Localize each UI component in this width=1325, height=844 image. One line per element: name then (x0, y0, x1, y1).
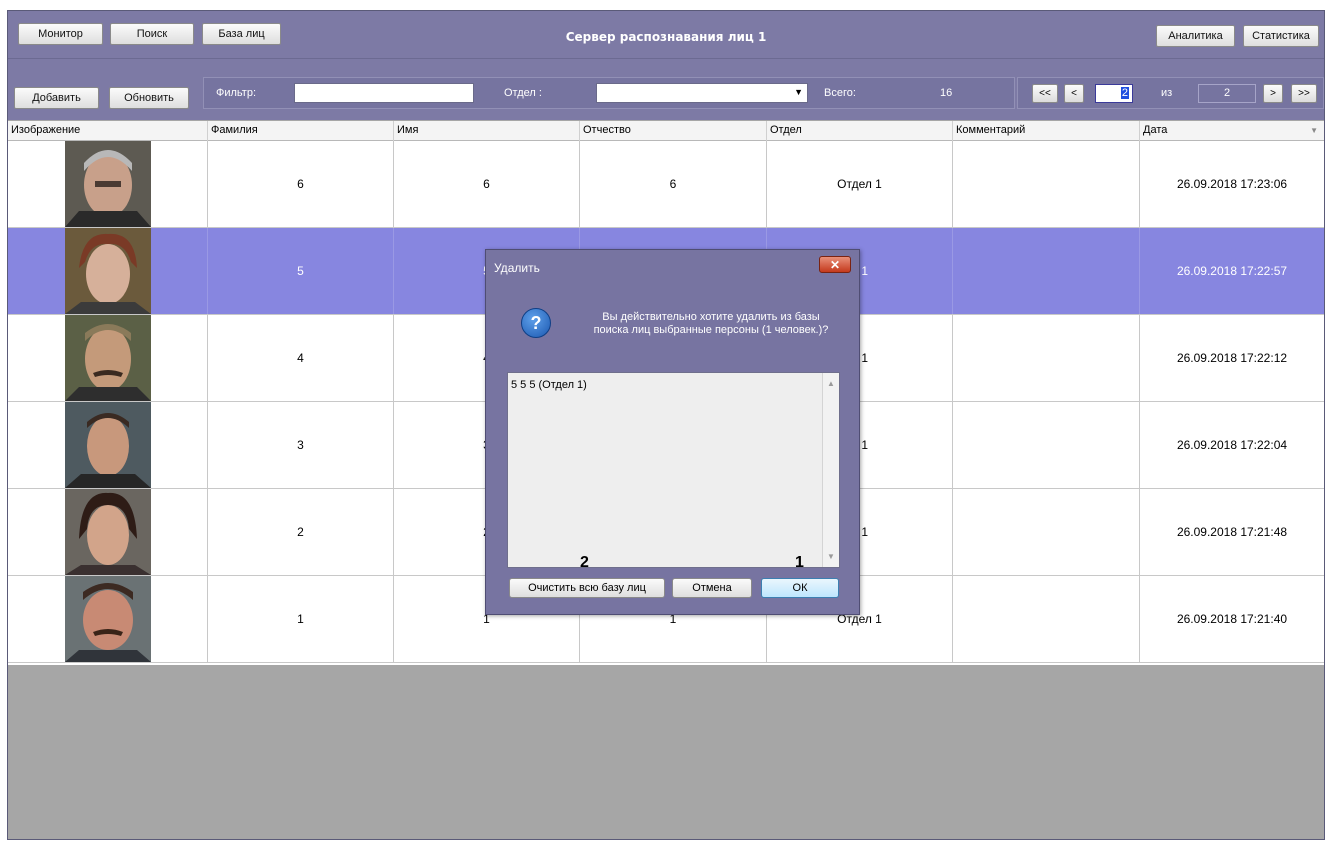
sort-arrow-icon: ▼ (1310, 126, 1318, 135)
col-first-name[interactable]: Имя (394, 121, 580, 141)
total-count: 16 (940, 87, 953, 99)
next-page-button[interactable]: > (1263, 84, 1283, 103)
middle-name-cell: 6 (580, 141, 767, 227)
last-name-cell: 5 (208, 228, 394, 314)
toolbar: Добавить Обновить Фильтр: Отдел : ▼ Всег… (8, 59, 1324, 120)
col-image[interactable]: Изображение (8, 121, 208, 141)
page-input[interactable]: 2 (1095, 84, 1133, 103)
last-name-cell: 6 (208, 141, 394, 227)
marker-2: 2 (580, 554, 589, 571)
col-comment[interactable]: Комментарий (953, 121, 1140, 141)
last-name-cell: 2 (208, 489, 394, 575)
dialog-title: Удалить (494, 261, 540, 275)
prev-page-button[interactable]: < (1064, 84, 1084, 103)
col-last-name[interactable]: Фамилия (208, 121, 394, 141)
marker-1: 1 (795, 554, 804, 571)
comment-cell (953, 576, 1140, 662)
page-title: Сервер распознавания лиц 1 (565, 30, 767, 44)
selected-persons-list[interactable]: 5 5 5 (Отдел 1) ▲ ▼ (507, 372, 840, 568)
page-total: 2 (1198, 84, 1256, 103)
last-name-cell: 4 (208, 315, 394, 401)
col-department[interactable]: Отдел (767, 121, 953, 141)
date-cell: 26.09.2018 17:22:04 (1176, 438, 1288, 452)
clear-all-button[interactable]: Очистить всю базу лиц (509, 578, 665, 598)
dialog-message-line1: Вы действительно хотите удалить из базы (602, 311, 820, 323)
search-button[interactable]: Поиск (110, 23, 194, 45)
refresh-button[interactable]: Обновить (109, 87, 189, 109)
filter-panel: Фильтр: Отдел : ▼ Всего: 16 (203, 77, 1015, 109)
chevron-down-icon[interactable]: ▼ (794, 87, 803, 97)
scroll-down-icon[interactable]: ▼ (827, 552, 835, 561)
list-item: 5 5 5 (Отдел 1) (511, 379, 587, 391)
question-icon: ? (521, 308, 551, 338)
face-photo (64, 489, 151, 575)
photo-cell (8, 228, 208, 314)
scroll-up-icon[interactable]: ▲ (827, 379, 835, 388)
close-icon[interactable]: ✕ (819, 256, 851, 273)
department-label: Отдел : (504, 87, 542, 99)
comment-cell (953, 489, 1140, 575)
table-header: Изображение Фамилия Имя Отчество Отдел К… (8, 121, 1324, 141)
comment-cell (953, 402, 1140, 488)
last-name-cell: 1 (208, 576, 394, 662)
statistics-button[interactable]: Статистика (1243, 25, 1319, 47)
first-page-button[interactable]: << (1032, 84, 1058, 103)
face-base-button[interactable]: База лиц (202, 23, 281, 45)
comment-cell (953, 141, 1140, 227)
face-photo (64, 315, 151, 401)
table-row[interactable]: 6 6 6 Отдел 1 26.09.2018 17:23:06 (8, 141, 1324, 228)
comment-cell (953, 228, 1140, 314)
date-cell: 26.09.2018 17:21:40 (1176, 612, 1288, 626)
filter-label: Фильтр: (216, 87, 257, 99)
face-photo (64, 402, 151, 488)
dialog-message: Вы действительно хотите удалить из базы … (576, 311, 846, 337)
last-page-button[interactable]: >> (1291, 84, 1317, 103)
comment-cell (953, 315, 1140, 401)
total-label: Всего: (824, 87, 856, 99)
date-cell: 26.09.2018 17:22:12 (1176, 351, 1288, 365)
delete-dialog: Удалить ✕ ? Вы действительно хотите удал… (485, 249, 860, 615)
analytics-button[interactable]: Аналитика (1156, 25, 1235, 47)
first-name-cell: 6 (394, 141, 580, 227)
photo-cell (8, 315, 208, 401)
face-photo (64, 576, 151, 662)
photo-cell (8, 576, 208, 662)
list-scrollbar[interactable]: ▲ ▼ (822, 373, 839, 567)
face-photo (64, 141, 151, 227)
col-date-label: Дата (1143, 124, 1168, 136)
col-middle-name[interactable]: Отчество (580, 121, 767, 141)
date-cell: 26.09.2018 17:23:06 (1176, 177, 1288, 191)
photo-cell (8, 402, 208, 488)
department-select[interactable]: ▼ (596, 83, 808, 103)
date-cell: 26.09.2018 17:21:48 (1176, 525, 1288, 539)
date-cell: 26.09.2018 17:22:57 (1176, 264, 1288, 278)
top-bar: Монитор Поиск База лиц Сервер распознава… (8, 11, 1324, 59)
col-date[interactable]: Дата ▼ (1140, 121, 1324, 141)
photo-cell (8, 489, 208, 575)
photo-cell (8, 141, 208, 227)
pager: << < 2 из 2 > >> (1017, 77, 1324, 109)
dialog-message-line2: поиска лиц выбранные персоны (1 человек.… (593, 324, 829, 336)
filter-input[interactable] (294, 83, 474, 103)
monitor-button[interactable]: Монитор (18, 23, 103, 45)
cancel-button[interactable]: Отмена (672, 578, 752, 598)
page-current: 2 (1120, 87, 1129, 99)
department-cell: Отдел 1 (767, 141, 953, 227)
last-name-cell: 3 (208, 402, 394, 488)
ok-button[interactable]: ОК (761, 578, 839, 598)
face-photo (64, 228, 151, 314)
add-button[interactable]: Добавить (14, 87, 99, 109)
of-label: из (1161, 87, 1173, 99)
